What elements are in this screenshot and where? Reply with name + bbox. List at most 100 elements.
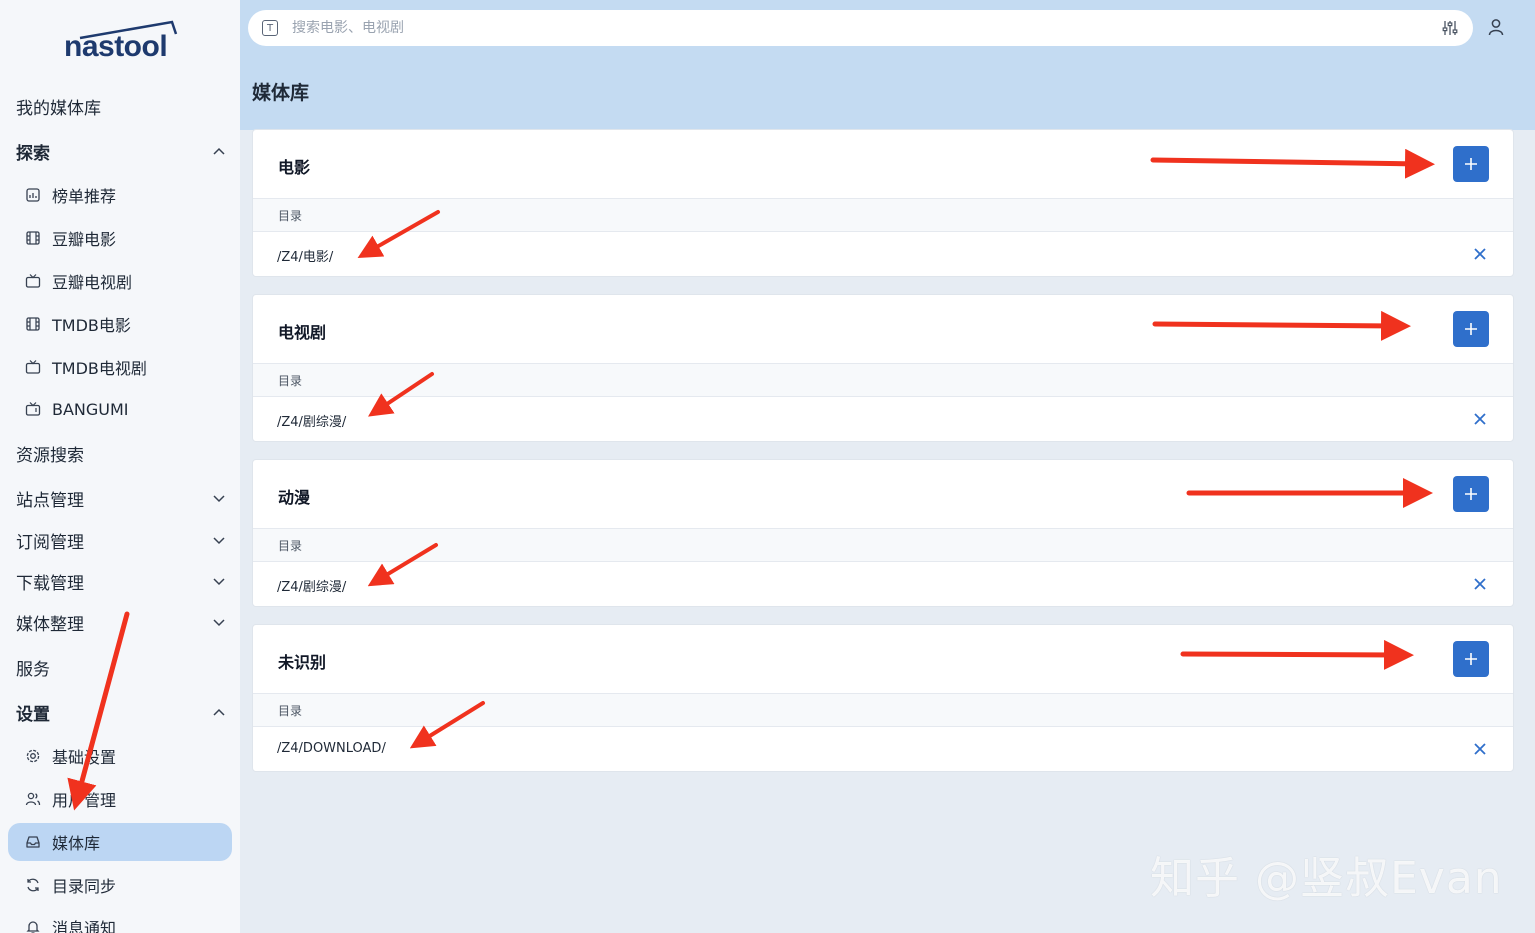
- table-row: /Z4/电影/: [253, 232, 1513, 276]
- column-label: 目录: [278, 374, 303, 388]
- library-card-anime: 动漫 目录 /Z4/剧综漫/: [252, 459, 1514, 607]
- plus-icon: [1465, 158, 1477, 170]
- close-icon[interactable]: [1473, 247, 1487, 261]
- close-icon[interactable]: [1473, 412, 1487, 426]
- nav-settings[interactable]: 设置: [16, 694, 232, 730]
- table-row: /Z4/DOWNLOAD/: [253, 727, 1513, 771]
- sidebar-item-tmdb-tv[interactable]: TMDB电视剧: [8, 348, 232, 386]
- nav-site-mgmt-label: 站点管理: [16, 490, 84, 511]
- sidebar-item-bangumi[interactable]: BANGUMI: [8, 390, 232, 428]
- chevron-down-icon: [213, 619, 225, 627]
- film-icon: [24, 315, 42, 333]
- sidebar-item-label: 基础设置: [52, 748, 117, 767]
- column-label: 目录: [278, 539, 303, 553]
- card-header: 动漫: [253, 460, 1513, 529]
- library-card-unidentified: 未识别 目录 /Z4/DOWNLOAD/: [252, 624, 1514, 772]
- sidebar-item-label: 豆瓣电视剧: [52, 273, 133, 292]
- sidebar-item-basic-settings[interactable]: 基础设置: [8, 737, 232, 775]
- table-row: /Z4/剧综漫/: [253, 562, 1513, 606]
- sidebar-item-label: BANGUMI: [52, 399, 129, 419]
- sidebar-item-label: 榜单推荐: [52, 187, 117, 206]
- plus-icon: [1465, 653, 1477, 665]
- sync-icon: [24, 876, 42, 894]
- sidebar: nastool 我的媒体库 探索 榜单推荐 豆瓣电影 豆瓣电视剧 TMDB电影 …: [0, 0, 240, 933]
- nav-settings-label: 设置: [16, 704, 50, 725]
- sidebar-item-notify[interactable]: 消息通知: [8, 908, 232, 933]
- sidebar-item-label: 媒体库: [52, 834, 101, 853]
- add-directory-button[interactable]: [1453, 146, 1489, 182]
- search-input[interactable]: [292, 20, 1392, 36]
- card-title: 动漫: [278, 488, 311, 507]
- card-header: 电影: [253, 130, 1513, 199]
- nav-subscribe-mgmt[interactable]: 订阅管理: [16, 522, 232, 558]
- sidebar-item-douban-movie[interactable]: 豆瓣电影: [8, 219, 232, 257]
- close-icon[interactable]: [1473, 742, 1487, 756]
- sidebar-item-media-library[interactable]: 媒体库: [8, 823, 232, 861]
- nav-download-mgmt[interactable]: 下载管理: [16, 563, 232, 599]
- nav-media-org[interactable]: 媒体整理: [16, 604, 232, 640]
- filter-settings-icon[interactable]: [1441, 19, 1459, 37]
- tv-icon: [24, 358, 42, 376]
- sidebar-item-ranking[interactable]: 榜单推荐: [8, 176, 232, 214]
- close-icon[interactable]: [1473, 577, 1487, 591]
- card-header: 未识别: [253, 625, 1513, 694]
- column-header: 目录: [253, 199, 1513, 232]
- column-label: 目录: [278, 704, 303, 718]
- chevron-up-icon: [213, 147, 225, 155]
- library-card-movie: 电影 目录 /Z4/电影/: [252, 129, 1514, 277]
- directory-path: /Z4/剧综漫/: [277, 415, 347, 430]
- chart-icon: [24, 186, 42, 204]
- directory-path: /Z4/DOWNLOAD/: [277, 741, 386, 756]
- directory-path: /Z4/剧综漫/: [277, 580, 347, 595]
- column-header: 目录: [253, 529, 1513, 562]
- sidebar-item-user-mgmt[interactable]: 用户管理: [8, 780, 232, 818]
- retro-tv-icon: [24, 400, 42, 418]
- chevron-down-icon: [213, 578, 225, 586]
- card-title: 电影: [278, 158, 311, 177]
- column-label: 目录: [278, 209, 303, 223]
- column-header: 目录: [253, 364, 1513, 397]
- nav-resource-search[interactable]: 资源搜索: [16, 435, 232, 471]
- sidebar-item-tmdb-movie[interactable]: TMDB电影: [8, 305, 232, 343]
- card-title: 电视剧: [278, 323, 327, 342]
- nav-subscribe-mgmt-label: 订阅管理: [16, 532, 84, 553]
- chevron-up-icon: [213, 708, 225, 716]
- bell-icon: [24, 918, 42, 933]
- library-icon: [24, 833, 42, 851]
- plus-icon: [1465, 323, 1477, 335]
- film-icon: [24, 229, 42, 247]
- card-title: 未识别: [278, 653, 327, 672]
- add-directory-button[interactable]: [1453, 641, 1489, 677]
- users-icon: [24, 790, 42, 808]
- nav-site-mgmt[interactable]: 站点管理: [16, 480, 232, 516]
- logo[interactable]: nastool: [60, 18, 184, 68]
- nav-my-library[interactable]: 我的媒体库: [16, 88, 232, 124]
- add-directory-button[interactable]: [1453, 311, 1489, 347]
- search-prefix-icon: T: [262, 20, 278, 36]
- chevron-down-icon: [213, 537, 225, 545]
- sidebar-item-dir-sync[interactable]: 目录同步: [8, 866, 232, 904]
- sidebar-item-douban-tv[interactable]: 豆瓣电视剧: [8, 262, 232, 300]
- nav-download-mgmt-label: 下载管理: [16, 573, 84, 594]
- user-icon[interactable]: [1486, 17, 1506, 37]
- sidebar-item-label: 目录同步: [52, 877, 117, 896]
- add-directory-button[interactable]: [1453, 476, 1489, 512]
- library-card-tv: 电视剧 目录 /Z4/剧综漫/: [252, 294, 1514, 442]
- column-header: 目录: [253, 694, 1513, 727]
- nav-service[interactable]: 服务: [16, 649, 232, 685]
- watermark: 知乎 @竖叔Evan: [1150, 853, 1503, 904]
- sidebar-item-label: TMDB电影: [52, 316, 131, 335]
- logo-text: nastool: [64, 30, 168, 63]
- sidebar-item-label: 用户管理: [52, 791, 117, 810]
- table-row: /Z4/剧综漫/: [253, 397, 1513, 441]
- tv-icon: [24, 272, 42, 290]
- nav-media-org-label: 媒体整理: [16, 614, 84, 635]
- nav-explore-label: 探索: [16, 143, 50, 164]
- sidebar-item-label: 豆瓣电影: [52, 230, 117, 249]
- gear-icon: [24, 747, 42, 765]
- plus-icon: [1465, 488, 1477, 500]
- directory-path: /Z4/电影/: [277, 250, 334, 265]
- nav-explore[interactable]: 探索: [16, 133, 232, 169]
- sidebar-item-label: 消息通知: [52, 919, 117, 933]
- search-bar[interactable]: T: [248, 10, 1473, 46]
